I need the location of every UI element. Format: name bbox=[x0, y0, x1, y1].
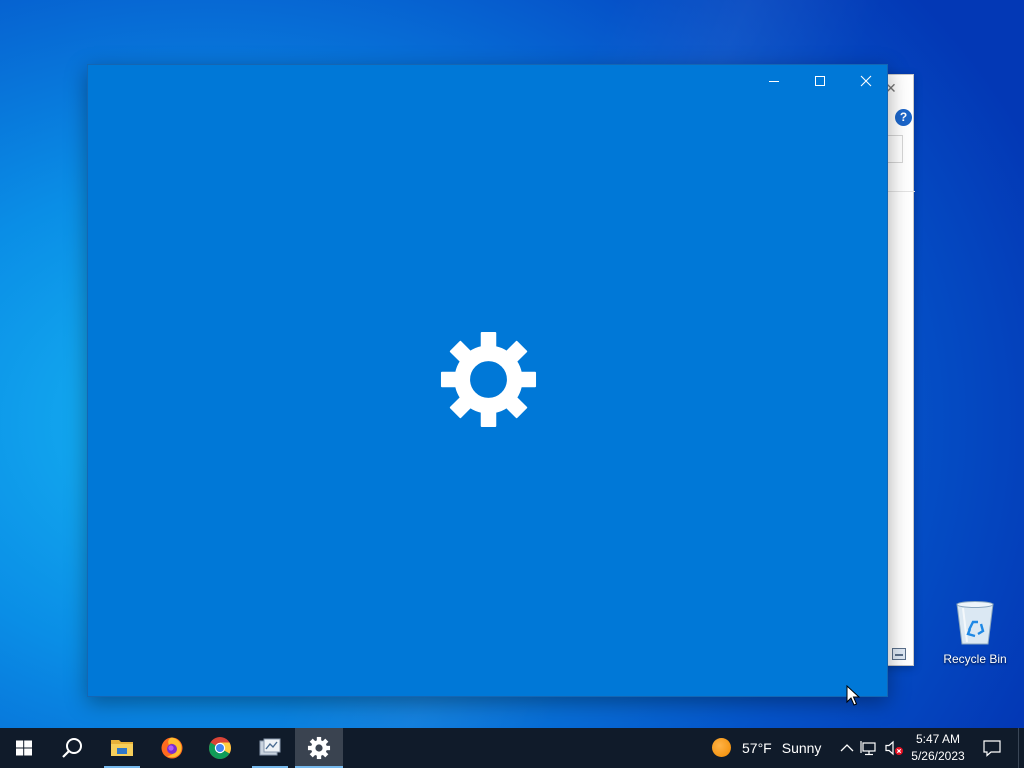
taskbar-firefox[interactable] bbox=[148, 728, 196, 768]
weather-widget[interactable]: 57°F Sunny bbox=[708, 728, 823, 768]
action-center-button[interactable] bbox=[978, 728, 1006, 768]
taskbar-app-window[interactable] bbox=[246, 728, 294, 768]
desktop-icon-label: Recycle Bin bbox=[943, 652, 1007, 666]
show-hidden-icons-button[interactable] bbox=[838, 728, 856, 768]
taskbar-chrome[interactable] bbox=[196, 728, 244, 768]
gear-icon bbox=[440, 331, 537, 428]
clock-time: 5:47 AM bbox=[915, 732, 961, 746]
search-button[interactable] bbox=[48, 728, 96, 768]
system-clock[interactable]: 5:47 AM 5/26/2023 bbox=[906, 731, 970, 765]
desktop-icon-recycle-bin[interactable]: Recycle Bin bbox=[938, 600, 1012, 670]
settings-gear-icon bbox=[307, 736, 331, 760]
volume-button[interactable] bbox=[884, 728, 906, 768]
settings-splash-window bbox=[87, 64, 888, 697]
action-center-icon bbox=[983, 740, 1001, 757]
taskbar: 57°F Sunny 5:47 AM 5/26/2023 bbox=[0, 728, 1024, 768]
close-button[interactable] bbox=[843, 65, 889, 97]
help-icon[interactable]: ? bbox=[895, 109, 912, 126]
chrome-icon bbox=[208, 737, 231, 760]
taskbar-settings[interactable] bbox=[295, 728, 343, 768]
sun-icon bbox=[712, 738, 731, 757]
weather-text: 57°F Sunny bbox=[742, 740, 821, 756]
weather-condition: Sunny bbox=[781, 740, 822, 756]
taskbar-file-explorer[interactable] bbox=[98, 728, 146, 768]
network-button[interactable] bbox=[860, 728, 882, 768]
maximize-button[interactable] bbox=[797, 65, 843, 97]
dialog-window-icon[interactable] bbox=[892, 648, 906, 660]
search-icon bbox=[62, 738, 82, 758]
file-explorer-icon bbox=[111, 740, 133, 756]
recycle-bin-icon bbox=[956, 601, 994, 645]
volume-muted-icon bbox=[885, 740, 903, 756]
mouse-cursor-icon bbox=[846, 685, 860, 706]
app-window-icon bbox=[259, 738, 281, 756]
minimize-button[interactable] bbox=[751, 65, 797, 97]
clock-date: 5/26/2023 bbox=[911, 749, 965, 763]
close-icon bbox=[860, 75, 872, 87]
show-desktop-button[interactable] bbox=[1018, 728, 1024, 768]
firefox-icon bbox=[161, 737, 183, 759]
chevron-up-icon bbox=[840, 744, 854, 752]
network-icon bbox=[860, 741, 876, 756]
weather-temperature: 57°F bbox=[742, 740, 772, 756]
start-button[interactable] bbox=[0, 728, 48, 768]
minimize-icon bbox=[769, 81, 779, 82]
maximize-icon bbox=[815, 76, 825, 86]
windows-start-icon bbox=[16, 740, 32, 756]
